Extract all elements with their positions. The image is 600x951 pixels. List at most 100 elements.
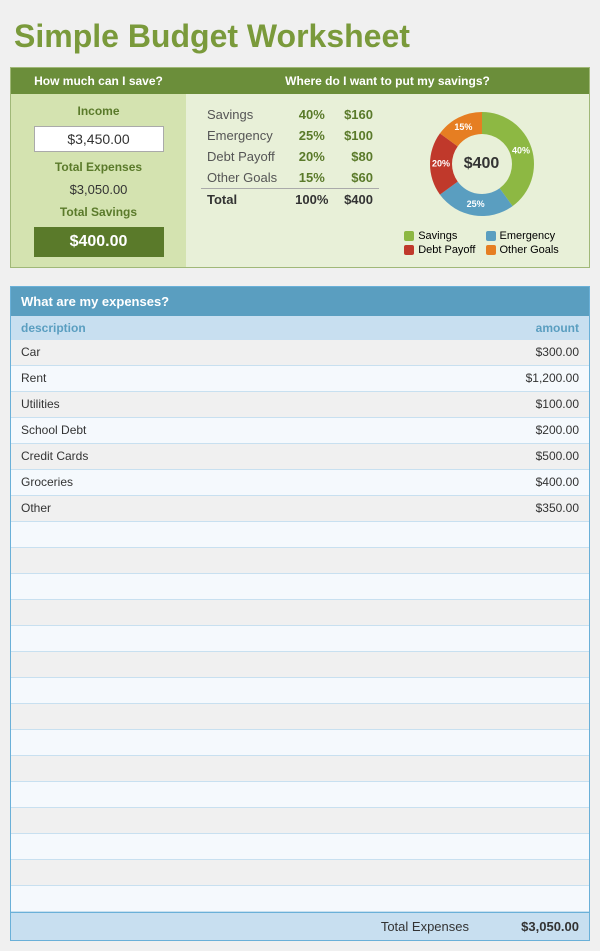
expense-amount-empty[interactable] <box>479 605 579 620</box>
table-row-empty <box>11 808 589 834</box>
table-row: Other $350.00 <box>11 496 589 522</box>
expense-amount-empty[interactable] <box>479 527 579 542</box>
expense-amount-empty[interactable] <box>479 709 579 724</box>
expense-rows: Car $300.00 Rent $1,200.00 Utilities $10… <box>11 340 589 912</box>
top-section: How much can I save? Where do I want to … <box>10 67 590 268</box>
expense-amount-empty[interactable] <box>479 579 579 594</box>
donut-label-savings: 40% <box>511 146 529 156</box>
savings-row-amount: $160 <box>336 104 379 125</box>
expense-amount-empty[interactable] <box>479 735 579 750</box>
expense-desc-empty[interactable] <box>21 735 479 750</box>
expense-amount-empty[interactable] <box>479 891 579 906</box>
legend-dot <box>404 231 414 241</box>
savings-row-pct: 20% <box>288 146 336 167</box>
savings-row-amount: $60 <box>336 167 379 189</box>
savings-row-pct: 25% <box>288 125 336 146</box>
expense-amount-empty[interactable] <box>479 657 579 672</box>
expense-amount-empty[interactable] <box>479 787 579 802</box>
savings-row-label: Emergency <box>201 125 288 146</box>
legend-label: Savings <box>418 230 457 242</box>
expense-amount-empty[interactable] <box>479 813 579 828</box>
total-savings-label: Total Savings <box>60 205 137 219</box>
legend-item-other-goals: Other Goals <box>486 244 559 256</box>
savings-box: $400.00 <box>34 227 164 257</box>
total-row-bottom: Total Expenses $3,050.00 <box>11 912 589 940</box>
legend-label: Emergency <box>500 230 556 242</box>
total-expenses-label: Total Expenses <box>55 160 142 174</box>
table-row-empty <box>11 834 589 860</box>
total-expenses-value: $3,050.00 <box>70 182 128 197</box>
savings-row-amount: $100 <box>336 125 379 146</box>
table-row-empty <box>11 626 589 652</box>
expense-amount-empty[interactable] <box>479 553 579 568</box>
table-row-empty <box>11 652 589 678</box>
table-row: Credit Cards $500.00 <box>11 444 589 470</box>
table-row: Rent $1,200.00 <box>11 366 589 392</box>
legend-label: Other Goals <box>500 244 559 256</box>
expense-desc: Other <box>21 501 479 516</box>
savings-table: Savings 40% $160 Emergency 25% $100 Debt… <box>201 104 379 257</box>
expense-amount: $350.00 <box>479 501 579 516</box>
expense-desc: Credit Cards <box>21 449 479 464</box>
legend-item-emergency: Emergency <box>486 230 559 242</box>
legend-label: Debt Payoff <box>418 244 475 256</box>
left-panel: Income Total Expenses $3,050.00 Total Sa… <box>11 94 186 267</box>
expense-desc-empty[interactable] <box>21 657 479 672</box>
expense-desc-empty[interactable] <box>21 865 479 880</box>
col-desc-header: description <box>21 321 479 335</box>
right-panel: Savings 40% $160 Emergency 25% $100 Debt… <box>186 94 589 267</box>
expense-amount: $200.00 <box>479 423 579 438</box>
donut-container: 40%25%20%15% $400 <box>422 104 542 224</box>
expenses-header: What are my expenses? <box>11 287 589 316</box>
expense-amount: $1,200.00 <box>479 371 579 386</box>
expenses-subheader: description amount <box>11 316 589 340</box>
income-input[interactable] <box>34 126 164 152</box>
table-row-empty <box>11 730 589 756</box>
expense-desc-empty[interactable] <box>21 891 479 906</box>
header-left: How much can I save? <box>11 68 186 94</box>
expense-amount-empty[interactable] <box>479 683 579 698</box>
expense-desc-empty[interactable] <box>21 631 479 646</box>
expense-desc-empty[interactable] <box>21 553 479 568</box>
expense-desc: Groceries <box>21 475 479 490</box>
total-amount-bottom: $3,050.00 <box>479 919 579 934</box>
expense-amount: $500.00 <box>479 449 579 464</box>
savings-row-pct: 40% <box>288 104 336 125</box>
table-row-empty <box>11 574 589 600</box>
table-row-empty <box>11 782 589 808</box>
legend: Savings Emergency Debt Payoff Other Goal… <box>404 230 559 256</box>
donut-center-label: $400 <box>464 155 500 173</box>
expense-desc-empty[interactable] <box>21 605 479 620</box>
table-row-empty <box>11 678 589 704</box>
expense-amount-empty[interactable] <box>479 761 579 776</box>
income-label: Income <box>77 104 119 118</box>
header-right: Where do I want to put my savings? <box>186 68 589 94</box>
expense-desc-empty[interactable] <box>21 683 479 698</box>
donut-label-debt-payoff: 20% <box>431 158 449 168</box>
expense-amount-empty[interactable] <box>479 865 579 880</box>
expense-desc-empty[interactable] <box>21 813 479 828</box>
expense-desc-empty[interactable] <box>21 527 479 542</box>
expense-desc-empty[interactable] <box>21 709 479 724</box>
expense-desc-empty[interactable] <box>21 839 479 854</box>
expense-desc: Utilities <box>21 397 479 412</box>
savings-row-label: Total <box>201 189 288 211</box>
table-row-empty <box>11 756 589 782</box>
expense-amount-empty[interactable] <box>479 839 579 854</box>
expense-desc-empty[interactable] <box>21 761 479 776</box>
expense-amount-empty[interactable] <box>479 631 579 646</box>
savings-row-pct: 15% <box>288 167 336 189</box>
legend-dot <box>486 245 496 255</box>
donut-label-emergency: 25% <box>466 199 484 209</box>
table-row-empty <box>11 860 589 886</box>
expense-amount: $400.00 <box>479 475 579 490</box>
savings-row-label: Other Goals <box>201 167 288 189</box>
expense-desc-empty[interactable] <box>21 787 479 802</box>
expense-desc: School Debt <box>21 423 479 438</box>
table-row-empty <box>11 886 589 912</box>
table-row: School Debt $200.00 <box>11 418 589 444</box>
savings-row-label: Savings <box>201 104 288 125</box>
legend-item-debt-payoff: Debt Payoff <box>404 244 477 256</box>
table-row-empty <box>11 522 589 548</box>
expense-desc-empty[interactable] <box>21 579 479 594</box>
